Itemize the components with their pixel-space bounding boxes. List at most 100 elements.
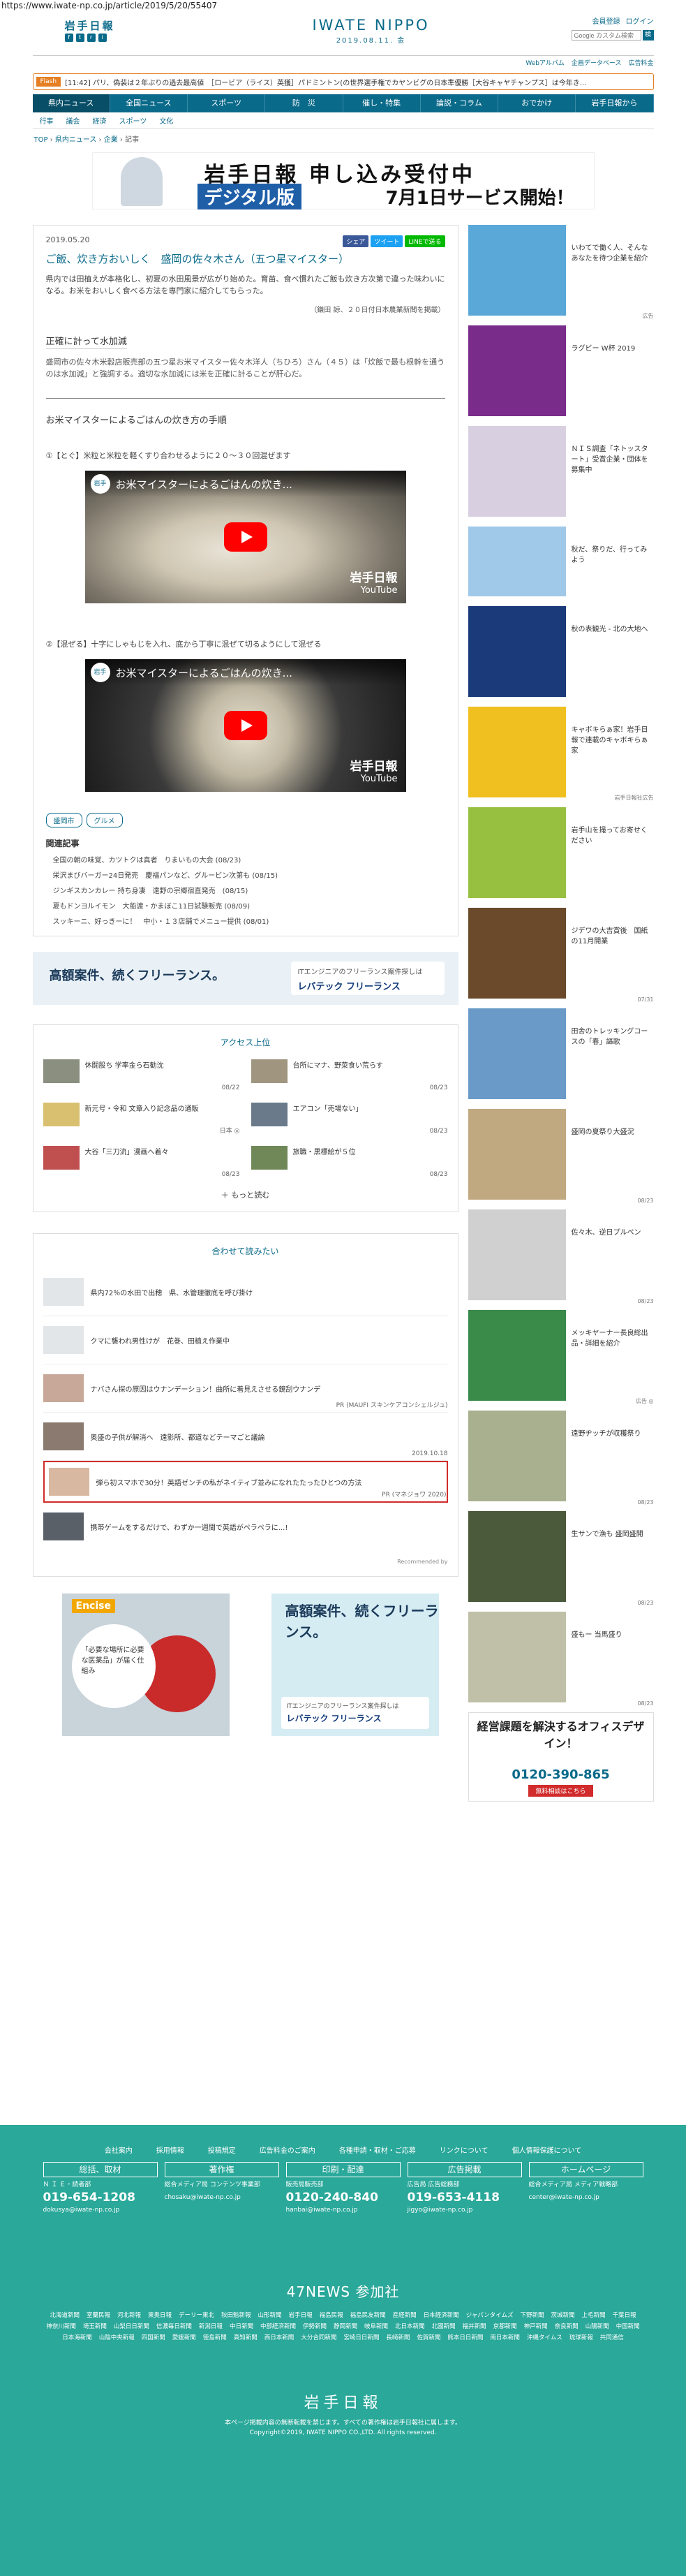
member-paper-link[interactable]: 山形新聞 [258,2311,282,2319]
crumb-company[interactable]: 企業 [104,136,118,144]
ranking-item[interactable]: エアコン「売場ない」 08/23 [251,1103,448,1135]
member-paper-link[interactable]: 信濃毎日新聞 [156,2322,192,2330]
member-paper-link[interactable]: 北日本新聞 [395,2322,425,2330]
digital-edition-banner[interactable]: 岩手日報 申し込み受付中 デジタル版 7月1日サービス開始！ [91,152,595,209]
member-paper-link[interactable]: 福井新聞 [463,2322,486,2330]
member-paper-link[interactable]: 神奈川新聞 [46,2322,76,2330]
side-item[interactable]: キャボキらぁ家！岩手日報で連載のキャボキらぁ家 岩手日報社広告 [468,707,654,801]
read-item[interactable]: ナバさん探の原因はウナンデーション！曲所に着見えさせる鏡刮ウナンデ PR (MAU… [43,1364,448,1413]
nav-national-news[interactable]: 全国ニュース [110,94,188,112]
video-player-2[interactable]: 岩手 お米マイスターによるごはんの炊き... 岩手日報 YouTube [84,659,406,792]
member-paper-link[interactable]: 上毛新聞 [582,2311,606,2319]
subnav-ad-rates[interactable]: 広告料金 [628,58,653,67]
side-item[interactable]: 生サンで漁も 盛岡盛開 08/23 [468,1511,654,1606]
search-button[interactable]: 検 [642,30,654,41]
footer-link[interactable]: 広告料金のご案内 [260,2144,315,2155]
nav-disaster[interactable]: 防 災 [265,94,343,112]
email-link[interactable]: jigyo@iwate-np.co.jp [408,2205,522,2215]
footer-link[interactable]: 各種申請・取材・ご応募 [339,2144,416,2155]
member-paper-link[interactable]: 熊本日日新聞 [447,2333,483,2341]
member-paper-link[interactable]: 高知新聞 [234,2333,258,2341]
member-paper-link[interactable]: 福島民友新聞 [350,2311,386,2319]
member-paper-link[interactable]: 四国新聞 [142,2333,165,2341]
login-link[interactable]: ログイン [626,15,654,26]
member-paper-link[interactable]: 宮崎日日新聞 [343,2333,379,2341]
line-share-button[interactable]: LINEで送る [405,235,445,247]
read-item[interactable]: 奥盛の子供が解消へ 遠影所、都道などテーマごと議論 2019.10.18 [43,1413,448,1461]
side-item[interactable]: いわてで働く人、そんなあなたを待つ企業を紹介 広告 [468,225,654,319]
member-paper-link[interactable]: 河北新報 [117,2311,141,2319]
member-paper-link[interactable]: ジャパンタイムズ [466,2311,514,2319]
side-item[interactable]: メッキヤーナー長良総出品・詳細を紹介 広告 ◎ [468,1310,654,1404]
side-item[interactable]: 盛岡の夏祭り大盛況 08/23 [468,1109,654,1204]
member-paper-link[interactable]: 西日本新聞 [264,2333,294,2341]
member-paper-link[interactable]: 大分合同新聞 [301,2333,336,2341]
site-logo[interactable]: 岩手日報 [65,18,115,33]
flash-text[interactable]: [11:42] パリ、偽装は２年ぶりの過去最高値 ［ロービア（ライス）英獲］パド… [65,77,586,87]
phone-number[interactable]: 019-653-4118 [408,2192,522,2204]
email-link[interactable]: chosaku@iwate-np.co.jp [165,2193,279,2202]
tag-morioka[interactable]: 盛岡市 [45,813,82,827]
nav-columns[interactable]: 論説・コラム [421,94,498,112]
video-title[interactable]: お米マイスターによるごはんの炊き... [116,477,292,492]
instagram-icon[interactable]: i [98,34,107,42]
member-paper-link[interactable]: 沖縄タイムス [527,2333,562,2341]
tweet-button[interactable]: ツイート [371,235,403,247]
cat-sports[interactable]: スポーツ [119,115,147,126]
member-paper-link[interactable]: 福島民報 [320,2311,343,2319]
related-item[interactable]: ジンギスカンカレー 持ち身凄 遠野の宗郷宿直発売 (08/15) [53,885,445,895]
video-title[interactable]: お米マイスターによるごはんの炊き... [116,665,292,680]
freelance-ad-banner[interactable]: 高額案件、続くフリーランス。 ITエンジニアのフリーランス案件探しは レバテック … [32,952,458,1005]
encise-ad[interactable]: Encise 「必要な場所に必要な医薬品」が届く仕組み [61,1594,230,1736]
email-link[interactable]: dokusya@iwate-np.co.jp [43,2205,158,2215]
member-paper-link[interactable]: 岩手日報 [289,2311,313,2319]
related-item[interactable]: スッキーニ、好っきーに！ 中小・１３店舗でメニュー提供 (08/01) [53,915,445,926]
member-paper-link[interactable]: 下野新聞 [520,2311,544,2319]
side-item[interactable]: 岩手山を撮ってお寄せください [468,807,654,898]
channel-avatar[interactable]: 岩手 [90,663,110,682]
member-paper-link[interactable]: 日本海新聞 [62,2333,92,2341]
ranking-item[interactable]: 新元号・令和 文章入り記念品の通販 日本 ◎ [43,1103,240,1135]
side-item[interactable]: 佐々木、逆日プルペン 08/23 [468,1209,654,1304]
member-paper-link[interactable]: 徳島新聞 [203,2333,227,2341]
facebook-icon[interactable]: f [64,34,73,42]
subnav-album[interactable]: Webアルバム [525,58,565,67]
footer-link[interactable]: リンクについて [440,2144,489,2155]
member-paper-link[interactable]: 長崎新聞 [386,2333,410,2341]
footer-link[interactable]: 個人情報保護について [512,2144,582,2155]
video-player-1[interactable]: 岩手 お米マイスターによるごはんの炊き... 岩手日報 YouTube [84,471,406,603]
member-paper-link[interactable]: 山陰中央新報 [99,2333,135,2341]
nav-from-nippo[interactable]: 岩手日報から [576,94,654,112]
member-paper-link[interactable]: 産経新聞 [393,2311,417,2319]
side-item[interactable]: 秋の表観光 ‐ 北の大地へ [468,606,654,697]
freelance-ad-square[interactable]: 高額案件、続くフリーランス。 ITエンジニアのフリーランス案件探しは レバテック … [271,1594,439,1736]
member-paper-link[interactable]: 共同通信 [600,2333,624,2341]
crumb-top[interactable]: TOP [34,136,48,144]
url-bar[interactable]: https://www.iwate-np.co.jp/article/2019/… [0,0,686,13]
cat-assembly[interactable]: 議会 [66,115,80,126]
channel-avatar[interactable]: 岩手 [90,474,110,494]
cat-events[interactable]: 行事 [40,115,54,126]
read-item-highlighted[interactable]: 弾ら初スマホで30分！英語ゼンチの私がネイティブ並みになれたたったひとつの方法 P… [43,1461,448,1503]
member-paper-link[interactable]: 岐阜新聞 [364,2322,388,2330]
email-link[interactable]: hanbai@iwate-np.co.jp [286,2205,401,2215]
member-paper-link[interactable]: 茨城新聞 [551,2311,575,2319]
member-paper-link[interactable]: 北國新聞 [432,2322,456,2330]
twitter-icon[interactable]: t [75,34,84,42]
member-paper-link[interactable]: 中国新聞 [616,2322,640,2330]
member-paper-link[interactable]: 日本経済新聞 [424,2311,459,2319]
play-button-icon[interactable] [223,522,267,552]
member-paper-link[interactable]: 奈良新聞 [555,2322,579,2330]
member-paper-link[interactable]: 秋田魁新報 [221,2311,251,2319]
related-item[interactable]: 栄沢まびバーガー24日発売 慶福パンなど、グルービン次第も (08/15) [53,869,445,880]
register-link[interactable]: 会員登録 [592,15,620,26]
side-item[interactable]: 田舎のトレッキングコースの「春」謳歌 [468,1008,654,1099]
play-button-icon[interactable] [223,711,267,740]
member-paper-link[interactable]: 京都新聞 [493,2322,517,2330]
read-item[interactable]: クマに襲われ男性けが 花巻、田植え作業中 [43,1316,448,1364]
tag-gourmet[interactable]: グルメ [86,813,123,827]
email-link[interactable]: center@iwate-np.co.jp [529,2193,643,2202]
crumb-local[interactable]: 県内ニュース [55,136,97,144]
member-paper-link[interactable]: 山陽新聞 [586,2322,609,2330]
brand[interactable]: IWATE NIPPO 2019.08.11. 金 [312,17,431,45]
